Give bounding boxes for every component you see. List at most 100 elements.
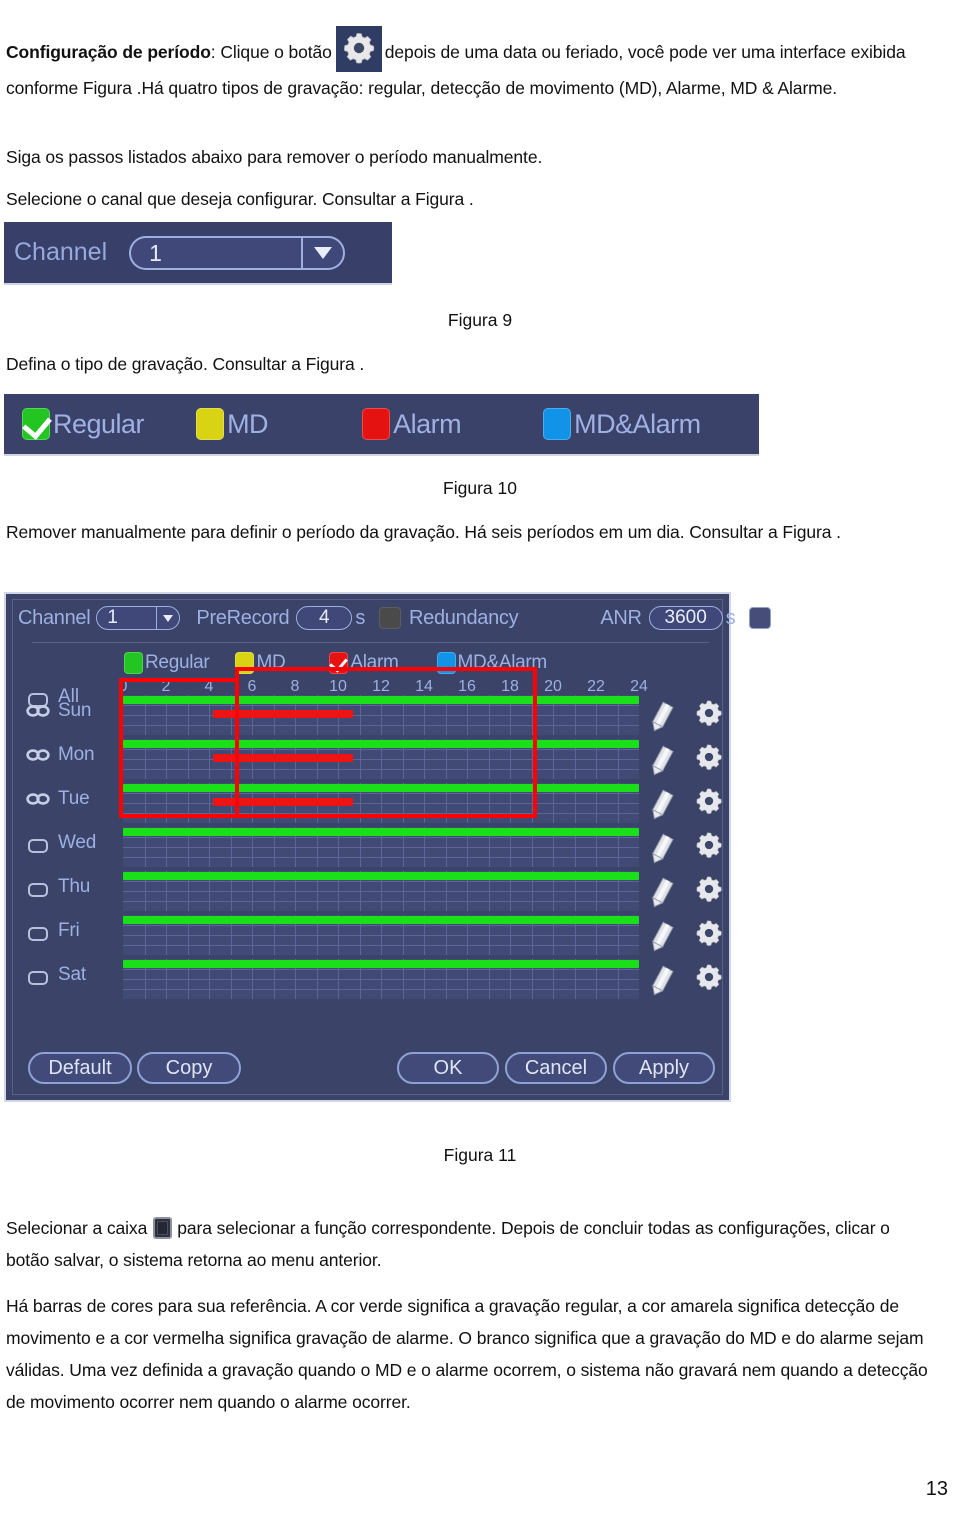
grid-line xyxy=(123,793,639,794)
pencil-icon[interactable] xyxy=(646,700,676,739)
regular-color-swatch[interactable] xyxy=(22,408,52,440)
pencil-icon[interactable] xyxy=(646,920,676,959)
channel-select[interactable]: 1 xyxy=(129,235,346,270)
chevron-down-icon[interactable] xyxy=(301,237,343,268)
channel-value: 1 xyxy=(149,239,162,266)
ok-button[interactable]: OK xyxy=(397,1052,499,1084)
anr-input[interactable]: 3600 xyxy=(648,606,723,630)
gear-icon[interactable] xyxy=(694,962,724,997)
figure9-channel-panel: Channel 1 xyxy=(4,222,392,285)
grid-line xyxy=(123,803,639,804)
day-checkbox[interactable] xyxy=(28,883,48,897)
figure11-schedule-dialog: Channel 1 PreRecord 4 s Redundancy ANR 3… xyxy=(4,592,772,1102)
gear-icon[interactable] xyxy=(694,874,724,909)
dlg-alarm-swatch[interactable] xyxy=(329,652,349,674)
regular-record-bar xyxy=(123,872,639,880)
prerecord-input[interactable]: 4 xyxy=(296,606,353,630)
legend-label-regular: Regular xyxy=(53,408,145,439)
day-checkbox[interactable] xyxy=(28,927,48,941)
pencil-icon[interactable] xyxy=(646,744,676,783)
day-label: Sun xyxy=(58,700,92,721)
dlg-channel-label: Channel xyxy=(18,606,91,629)
pencil-icon[interactable] xyxy=(646,876,676,915)
gear-icon[interactable] xyxy=(694,786,724,821)
grid-line xyxy=(123,891,639,892)
grid-line xyxy=(123,749,639,750)
dlg-legend-md: MD xyxy=(256,652,286,673)
dlg-md-alarm-swatch[interactable] xyxy=(436,652,456,674)
schedule-row: Fri xyxy=(6,914,729,958)
day-checkbox[interactable] xyxy=(28,971,48,985)
day-timeline[interactable] xyxy=(123,783,639,823)
redundancy-checkbox[interactable] xyxy=(379,607,402,629)
dlg-regular-swatch[interactable] xyxy=(124,652,143,674)
dlg-md-swatch[interactable] xyxy=(235,652,255,674)
grid-line xyxy=(123,813,639,814)
md-color-swatch[interactable] xyxy=(196,408,225,440)
day-checkbox[interactable] xyxy=(28,839,48,853)
md-alarm-color-swatch[interactable] xyxy=(543,408,572,440)
dlg-channel-value: 1 xyxy=(107,607,118,628)
chain-link-icon[interactable] xyxy=(25,746,51,769)
legend-item-md-alarm[interactable]: MD&Alarm xyxy=(543,408,701,440)
anr-label: ANR xyxy=(600,606,642,629)
intro-text-1: : Clique o botão xyxy=(210,42,332,62)
day-timeline[interactable] xyxy=(123,695,639,735)
grid-line xyxy=(123,725,639,726)
regular-record-bar xyxy=(123,828,639,836)
figure11-caption: Figura 11 xyxy=(443,1145,517,1165)
day-timeline[interactable] xyxy=(123,915,639,955)
regular-record-bar xyxy=(123,916,639,924)
chain-link-icon[interactable] xyxy=(25,702,51,725)
pencil-icon[interactable] xyxy=(646,832,676,871)
day-timeline[interactable] xyxy=(123,959,639,999)
gear-icon[interactable] xyxy=(694,830,724,865)
day-label: Fri xyxy=(58,920,80,941)
day-label: Thu xyxy=(58,876,91,897)
schedule-row: Sat xyxy=(6,958,729,1002)
grid-line xyxy=(123,989,639,990)
pencil-icon[interactable] xyxy=(646,964,676,1003)
intro-bold-lead: Configuração de período xyxy=(6,42,211,62)
dialog-button-row: Default Copy OK Cancel Apply xyxy=(6,1052,729,1086)
default-button[interactable]: Default xyxy=(28,1052,132,1084)
apply-button[interactable]: Apply xyxy=(613,1052,715,1084)
step-period-paragraph: Remover manualmente para definir o perío… xyxy=(6,522,841,542)
day-label: Mon xyxy=(58,744,95,765)
redundancy-label: Redundancy xyxy=(409,606,519,629)
checkbox-icon xyxy=(153,1217,173,1239)
checkbox-text-1: Selecionar a caixa xyxy=(6,1218,148,1238)
prerecord-label: PreRecord xyxy=(196,606,290,629)
dlg-legend-alarm: Alarm xyxy=(350,652,399,673)
regular-record-bar xyxy=(123,740,639,748)
copy-button[interactable]: Copy xyxy=(137,1052,241,1084)
dlg-legend-md-alarm: MD&Alarm xyxy=(457,652,548,673)
gear-icon[interactable] xyxy=(694,698,724,733)
dialog-legend: Regular MD Alarm MD&Alarm xyxy=(124,652,573,674)
grid-line xyxy=(123,705,639,706)
grid-line xyxy=(123,945,639,946)
anr-checkbox[interactable] xyxy=(749,607,772,629)
colors-info-paragraph: Há barras de cores para sua referência. … xyxy=(6,1296,928,1412)
schedule-row: Wed xyxy=(6,826,729,870)
gear-icon[interactable] xyxy=(694,918,724,953)
legend-item-md[interactable]: MD xyxy=(196,408,269,440)
dlg-channel-select[interactable]: 1 xyxy=(96,606,181,630)
pencil-icon[interactable] xyxy=(646,788,676,827)
chain-link-icon[interactable] xyxy=(25,790,51,813)
cancel-button[interactable]: Cancel xyxy=(505,1052,607,1084)
legend-item-regular[interactable]: Regular xyxy=(22,408,145,440)
day-timeline[interactable] xyxy=(123,871,639,911)
alarm-color-swatch[interactable] xyxy=(362,408,391,440)
legend-item-alarm[interactable]: Alarm xyxy=(362,408,462,440)
page-number: 13 xyxy=(925,1478,948,1500)
grid-line xyxy=(123,935,639,936)
gear-icon[interactable] xyxy=(694,742,724,777)
grid-line xyxy=(123,881,639,882)
schedule-row: Sun xyxy=(6,694,729,738)
schedule-rows: Sun Mon Tue Wed Thu Fri Sat xyxy=(6,694,729,1002)
day-timeline[interactable] xyxy=(123,827,639,867)
chevron-down-icon[interactable] xyxy=(156,607,179,629)
grid-line xyxy=(123,969,639,970)
day-timeline[interactable] xyxy=(123,739,639,779)
